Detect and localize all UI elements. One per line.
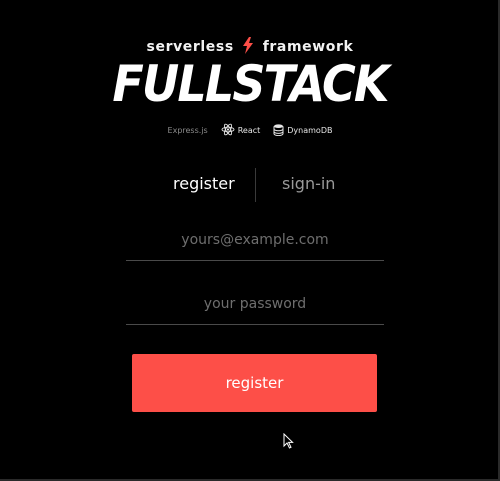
- database-icon: [273, 123, 284, 138]
- tab-divider: [255, 168, 256, 202]
- tech-dynamodb-label: DynamoDB: [287, 126, 333, 135]
- auth-tabs: register sign-in: [0, 168, 500, 202]
- tab-register[interactable]: register: [173, 174, 235, 193]
- tech-react-label: React: [237, 126, 261, 135]
- tech-react: React: [221, 123, 261, 138]
- mouse-cursor-icon: [283, 432, 294, 453]
- tech-dynamodb: DynamoDB: [273, 123, 333, 138]
- tech-stack-row: Express.js React DynamoDB: [0, 123, 500, 138]
- tech-express: Express.js: [168, 126, 208, 135]
- react-atom-icon: [221, 123, 235, 138]
- tab-sign-in[interactable]: sign-in: [282, 174, 335, 193]
- tech-express-label: Express.js: [167, 126, 208, 135]
- brand-framework: framework: [262, 39, 354, 55]
- brand-serverless: serverless: [146, 39, 234, 55]
- fullstack-wordmark: FULLSTACK: [112, 55, 389, 113]
- password-field[interactable]: [126, 284, 384, 325]
- register-button[interactable]: register: [132, 354, 377, 412]
- app-frame: serverless framework FULLSTACK Express.j…: [0, 0, 500, 481]
- email-field[interactable]: [126, 220, 384, 261]
